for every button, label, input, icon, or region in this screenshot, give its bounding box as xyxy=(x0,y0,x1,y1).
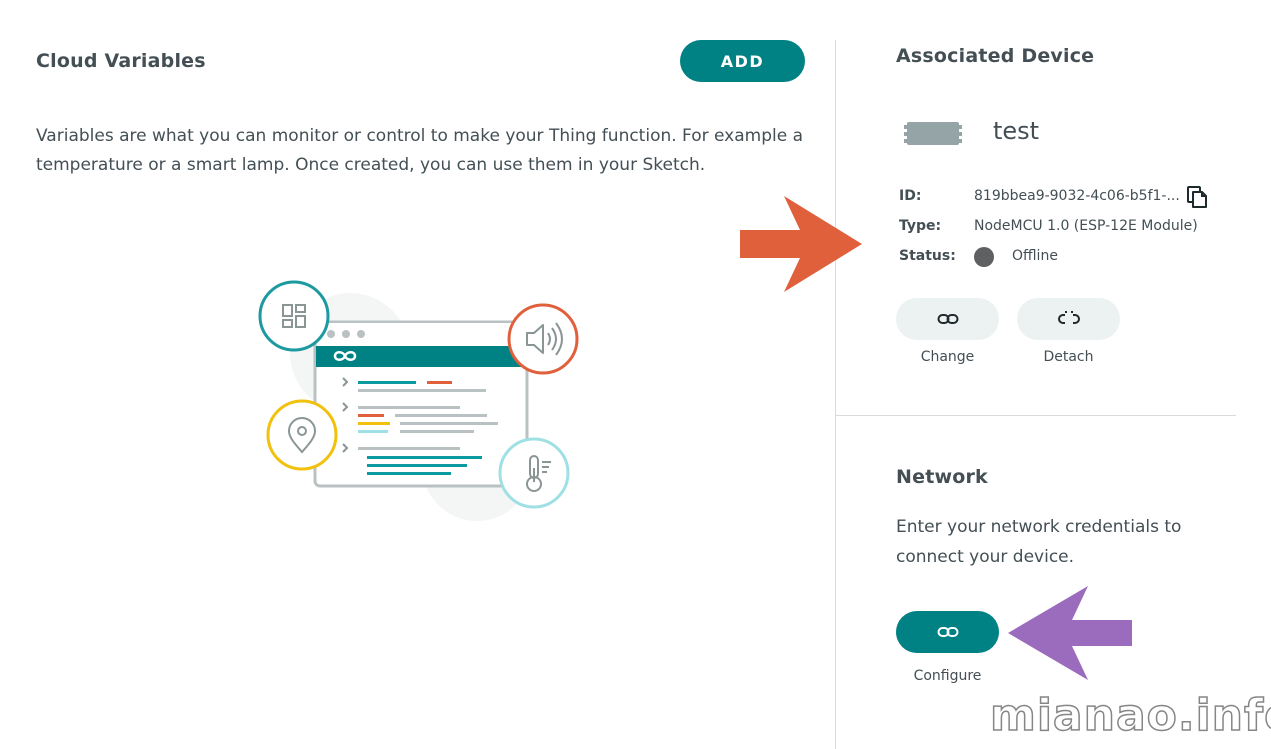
cloud-variables-title: Cloud Variables xyxy=(36,50,206,72)
device-status-value: Offline xyxy=(1012,248,1058,264)
network-description: Enter your network credentials to connec… xyxy=(896,517,1182,567)
link-icon xyxy=(937,627,958,637)
vertical-divider xyxy=(835,40,836,749)
cloud-variables-illustration xyxy=(258,280,579,521)
speaker-icon xyxy=(507,303,579,375)
associated-device-title: Associated Device xyxy=(896,45,1095,67)
device-name: test xyxy=(993,117,1040,145)
detach-device-button[interactable] xyxy=(1017,298,1120,340)
configure-network-label: Configure xyxy=(913,668,982,684)
unlink-icon xyxy=(1057,311,1080,324)
link-icon xyxy=(937,314,958,324)
device-board-icon xyxy=(904,122,962,145)
detach-device-label: Detach xyxy=(1043,349,1094,365)
add-variable-button[interactable]: ADD xyxy=(680,40,805,82)
change-device-label: Change xyxy=(920,349,975,365)
copy-icon[interactable] xyxy=(1185,185,1209,209)
device-status-label: Status: xyxy=(899,248,956,264)
network-title: Network xyxy=(896,466,988,488)
device-id-value: 819bbea9-9032-4c06-b5f1-... xyxy=(974,188,1180,204)
device-type-value: NodeMCU 1.0 (ESP-12E Module) xyxy=(974,218,1198,234)
dashboard-icon xyxy=(258,280,330,352)
device-id-label: ID: xyxy=(899,188,922,204)
change-device-button[interactable] xyxy=(896,298,999,340)
configure-network-button[interactable] xyxy=(896,611,999,653)
status-offline-indicator xyxy=(974,247,994,267)
watermark: mianao.info xyxy=(989,689,1271,742)
cloud-variables-description: Variables are what you can monitor or co… xyxy=(36,126,804,175)
annotation-arrow-left xyxy=(1008,586,1132,680)
browser-window-graphic xyxy=(313,320,529,488)
annotation-arrow-right xyxy=(740,196,862,292)
horizontal-divider xyxy=(836,415,1236,416)
thing-setup-page: Cloud Variables ADD Variables are what y… xyxy=(0,0,1271,749)
thermometer-icon xyxy=(498,437,570,509)
device-type-label: Type: xyxy=(899,218,942,234)
location-pin-icon xyxy=(266,399,338,471)
